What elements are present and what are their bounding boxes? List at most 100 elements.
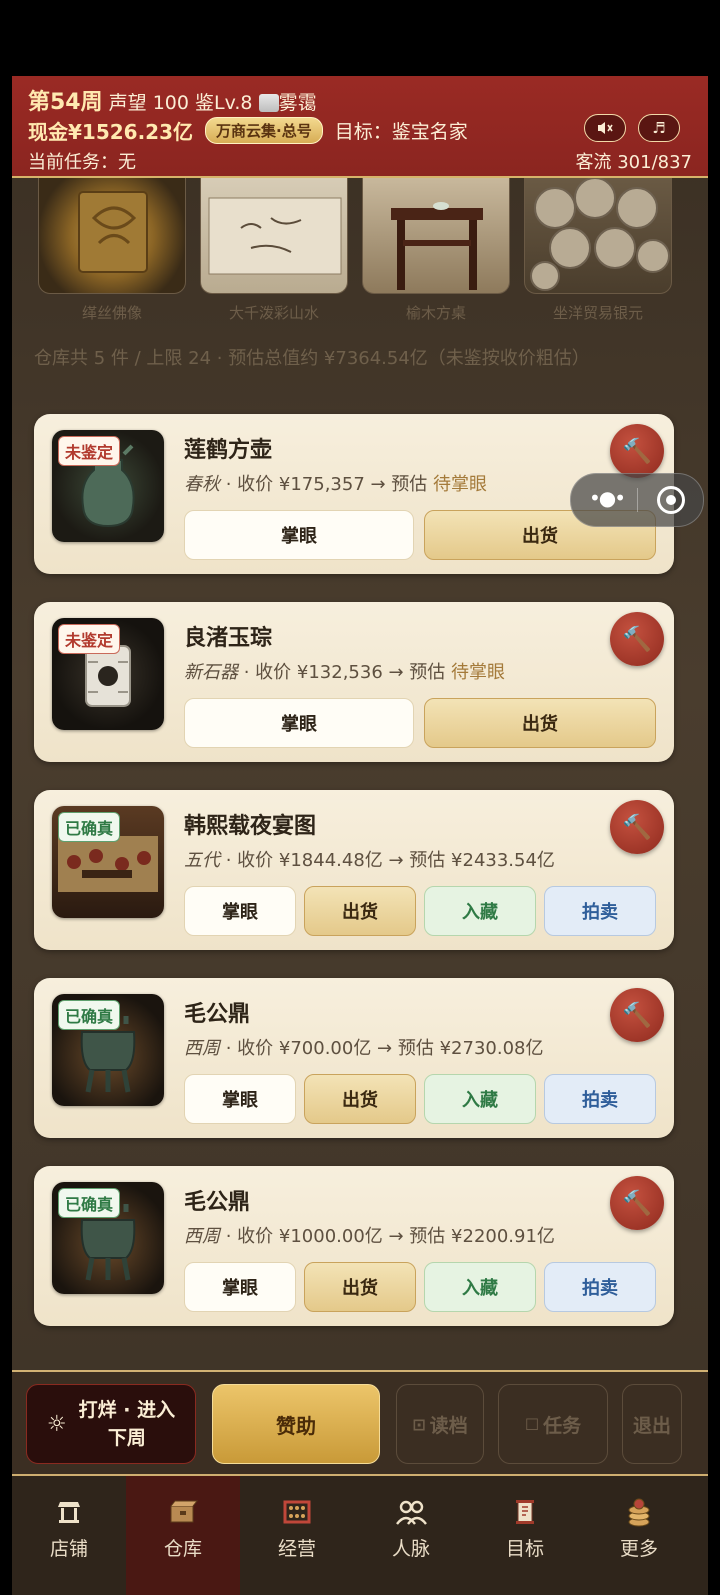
shop-icon <box>53 1498 85 1530</box>
sell-button[interactable]: 出货 <box>424 698 656 748</box>
warehouse-summary: 仓库共 5 件 / 上限 24 · 预估总值约 ¥7364.54亿（未鉴按收价粗… <box>34 348 590 369</box>
shelf-item[interactable]: 大千泼彩山水 <box>200 178 348 323</box>
appraise-button[interactable]: 掌眼 <box>184 698 414 748</box>
status-badge: 未鉴定 <box>58 436 121 466</box>
hammer-icon[interactable]: 🔨 <box>610 424 664 478</box>
shelf-thumbnail <box>362 178 510 294</box>
status-row-1: 第54周 声望 100 鉴Lv.8 雾霭 <box>28 84 317 116</box>
tab-contacts[interactable]: 人脉 <box>354 1476 468 1595</box>
auction-button[interactable]: 拍卖 <box>544 1074 656 1124</box>
shelf-item[interactable]: 榆木方桌 <box>362 178 510 323</box>
item-era: 西周 <box>184 1226 220 1247</box>
hammer-icon[interactable]: 🔨 <box>610 612 664 666</box>
shelf-item[interactable]: 缂丝佛像 <box>38 178 186 323</box>
sponsor-button[interactable]: 赞助 <box>212 1384 380 1464</box>
item-price: · 收价 ¥175,357 → 预估 <box>225 474 434 495</box>
scroll-icon <box>509 1498 541 1530</box>
item-meta: 西周 · 收价 ¥700.00亿 → 预估 ¥2730.08亿 <box>184 1034 543 1060</box>
status-badge: 已确真 <box>58 1000 121 1030</box>
item-era: 新石器 <box>184 662 238 683</box>
more-dots-icon[interactable]: •●• <box>589 486 626 510</box>
checklist-icon: ☐ <box>524 1414 540 1434</box>
hammer-icon[interactable]: 🔨 <box>610 800 664 854</box>
inventory-card: 已确真 毛公鼎 西周 · 收价 ¥700.00亿 → 预估 ¥2730.08亿 … <box>34 978 674 1138</box>
appraise-button[interactable]: 掌眼 <box>184 886 296 936</box>
tab-label: 人脉 <box>391 1538 430 1560</box>
week-label: 第54周 <box>28 90 103 115</box>
tab-goals[interactable]: 目标 <box>468 1476 582 1595</box>
item-era: 五代 <box>184 850 220 871</box>
item-meta: 春秋 · 收价 ¥175,357 → 预估 待掌眼 <box>184 470 487 496</box>
collect-button[interactable]: 入藏 <box>424 1074 536 1124</box>
folder-icon: ⊡ <box>412 1414 426 1434</box>
item-name: 莲鹤方壶 <box>184 438 273 463</box>
sell-button[interactable]: 出货 <box>304 1074 416 1124</box>
tab-label: 店铺 <box>49 1538 88 1560</box>
shelf-caption: 缂丝佛像 <box>81 304 142 322</box>
current-task: 当前任务：无 <box>28 152 136 173</box>
firm-badge[interactable]: 万商云集·总号 <box>205 117 323 144</box>
exit-button[interactable]: 退出 <box>622 1384 682 1464</box>
tasks-button[interactable]: ☐ 任务 <box>498 1384 608 1464</box>
shelf-caption: 大千泼彩山水 <box>228 304 319 322</box>
item-estimate: ¥2730.08亿 <box>439 1038 544 1059</box>
next-week-label: 打烊 · 进入 下周 <box>79 1396 175 1452</box>
hammer-icon[interactable]: 🔨 <box>610 1176 664 1230</box>
item-meta: 新石器 · 收价 ¥132,536 → 预估 待掌眼 <box>184 658 505 684</box>
item-name: 良渚玉琮 <box>184 626 273 651</box>
music-note-icon[interactable]: ♬ <box>638 114 680 142</box>
item-estimate: 待掌眼 <box>433 474 488 495</box>
capsule-divider <box>637 488 638 512</box>
appraise-button[interactable]: 掌眼 <box>184 1262 296 1312</box>
people-icon <box>395 1498 427 1530</box>
collect-button[interactable]: 入藏 <box>424 886 536 936</box>
item-price: · 收价 ¥1844.48亿 → 预估 <box>225 850 452 871</box>
status-row-2: 现金¥1526.23亿 万商云集·总号 目标：鉴宝名家 <box>28 116 468 145</box>
item-price: · 收价 ¥132,536 → 预估 <box>243 662 452 683</box>
collect-button[interactable]: 入藏 <box>424 1262 536 1312</box>
sell-button[interactable]: 出货 <box>304 1262 416 1312</box>
reputation-label: 声望 100 <box>108 92 189 114</box>
inventory-card: 已确真 毛公鼎 西周 · 收价 ¥1000.00亿 → 预估 ¥2200.91亿… <box>34 1166 674 1326</box>
shelf-thumbnail <box>38 178 186 294</box>
shelf-thumbnail <box>524 178 672 294</box>
auction-button[interactable]: 拍卖 <box>544 886 656 936</box>
shelf-item[interactable]: 坐洋贸易银元 <box>524 178 672 323</box>
next-week-button[interactable]: ☼ 打烊 · 进入 下周 <box>26 1384 196 1464</box>
shelf-row: 缂丝佛像 大千泼彩山水 榆木方桌 坐洋贸易银元 <box>12 178 708 328</box>
sell-button[interactable]: 出货 <box>304 886 416 936</box>
fog-icon <box>258 94 279 112</box>
shelf-caption: 榆木方桌 <box>405 304 466 322</box>
item-name: 毛公鼎 <box>184 1002 251 1027</box>
appraisal-level: 鉴Lv.8 <box>195 92 253 114</box>
tab-shop[interactable]: 店铺 <box>12 1476 126 1595</box>
inventory-card: 已确真 韩熙载夜宴图 五代 · 收价 ¥1844.48亿 → 预估 ¥2433.… <box>34 790 674 950</box>
coins-icon <box>623 1498 655 1530</box>
tab-more[interactable]: 更多 <box>582 1476 696 1595</box>
item-price: · 收价 ¥700.00亿 → 预估 <box>225 1038 440 1059</box>
status-header: 第54周 声望 100 鉴Lv.8 雾霭 现金¥1526.23亿 万商云集·总号… <box>12 76 708 178</box>
speaker-mute-icon[interactable] <box>584 114 626 142</box>
auction-button[interactable]: 拍卖 <box>544 1262 656 1312</box>
hammer-icon[interactable]: 🔨 <box>610 988 664 1042</box>
close-target-icon[interactable] <box>657 486 685 514</box>
tab-label: 更多 <box>619 1538 658 1560</box>
bottom-tab-bar: 店铺 仓库 经营 人脉 目标 更多 <box>12 1474 708 1595</box>
status-badge: 已确真 <box>58 1188 121 1218</box>
appraise-button[interactable]: 掌眼 <box>184 1074 296 1124</box>
warehouse-icon <box>167 1498 199 1530</box>
item-name: 韩熙载夜宴图 <box>184 814 317 839</box>
load-save-button[interactable]: ⊡ 读档 <box>396 1384 484 1464</box>
item-estimate: ¥2433.54亿 <box>451 850 555 871</box>
tab-operations[interactable]: 经营 <box>240 1476 354 1595</box>
sun-icon: ☼ <box>46 1411 67 1437</box>
weather-label: 雾霭 <box>278 92 317 114</box>
item-era: 春秋 <box>184 474 220 495</box>
tab-warehouse[interactable]: 仓库 <box>126 1476 240 1595</box>
appraise-button[interactable]: 掌眼 <box>184 510 414 560</box>
item-estimate: 待掌眼 <box>451 662 506 683</box>
app-screen: 第54周 声望 100 鉴Lv.8 雾霭 现金¥1526.23亿 万商云集·总号… <box>12 76 708 1595</box>
tab-label: 仓库 <box>163 1538 202 1560</box>
status-badge: 已确真 <box>58 812 121 842</box>
action-bar: ☼ 打烊 · 进入 下周 赞助 ⊡ 读档 ☐ 任务 退出 <box>12 1370 708 1474</box>
